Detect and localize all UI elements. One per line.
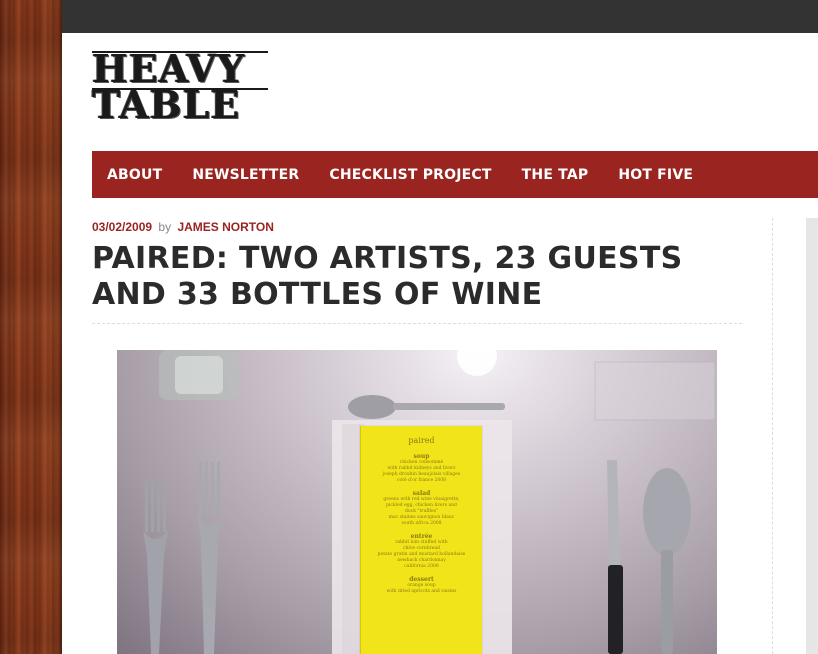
nav-item-the-tap[interactable]: THE TAP xyxy=(522,167,589,183)
post-author-link[interactable]: JAMES NORTON xyxy=(177,220,273,234)
menu-section-heading: salad xyxy=(412,490,431,497)
glass-highlight xyxy=(175,356,223,394)
menu-section-heading: dessert xyxy=(409,576,434,583)
main-nav: ABOUT NEWSLETTER CHECKLIST PROJECT THE T… xyxy=(92,151,818,198)
nav-item-newsletter[interactable]: NEWSLETTER xyxy=(192,167,299,183)
post-by-label: by xyxy=(158,220,172,234)
fork-left xyxy=(143,482,168,654)
fork-right xyxy=(197,462,223,654)
knife-handle xyxy=(608,565,623,654)
post-photo[interactable]: paired soup chicken consommé with rabbit… xyxy=(117,350,717,654)
nav-item-about[interactable]: ABOUT xyxy=(107,167,162,183)
page-container: HEAVY TABLE ABOUT NEWSLETTER CHECKLIST P… xyxy=(62,33,818,654)
menu-section-heading: soup xyxy=(413,453,430,460)
site-logo[interactable]: HEAVY TABLE xyxy=(92,50,272,127)
content-sidebar-divider xyxy=(772,218,773,654)
logo-line-2: TABLE xyxy=(92,82,241,127)
menu-card: paired soup chicken consommé with rabbit… xyxy=(360,426,482,654)
logo-rule-top xyxy=(92,51,268,53)
post-title[interactable]: PAIRED: TWO ARTISTS, 23 GUESTS AND 33 BO… xyxy=(92,241,752,313)
menu-line: california 2008 xyxy=(404,564,439,569)
spoon-top-handle xyxy=(393,403,505,410)
knife-blade xyxy=(607,460,620,565)
wood-background-panel xyxy=(0,0,62,654)
menu-title: paired xyxy=(408,436,435,445)
spoon-top-bowl xyxy=(348,395,396,419)
spoon-right-handle xyxy=(661,550,673,654)
nav-item-hot-five[interactable]: HOT FIVE xyxy=(618,167,693,183)
glass-right-shape xyxy=(594,361,716,421)
menu-line: with dried apricots and raisins xyxy=(386,589,457,594)
nav-item-checklist-project[interactable]: CHECKLIST PROJECT xyxy=(329,167,491,183)
logo-rule-middle xyxy=(92,88,268,90)
post-meta: 03/02/2009 by JAMES NORTON xyxy=(92,220,274,234)
menu-line: coté d'or france 2008 xyxy=(396,478,446,483)
post-date[interactable]: 03/02/2009 xyxy=(92,220,152,234)
spoon-right-bowl xyxy=(643,468,691,556)
light-glare xyxy=(457,350,497,376)
title-divider xyxy=(92,323,742,324)
top-bar xyxy=(62,0,818,33)
menu-section-heading: entrée xyxy=(410,533,433,540)
sidebar xyxy=(806,218,818,654)
menu-line: south africa 2008 xyxy=(401,521,442,526)
